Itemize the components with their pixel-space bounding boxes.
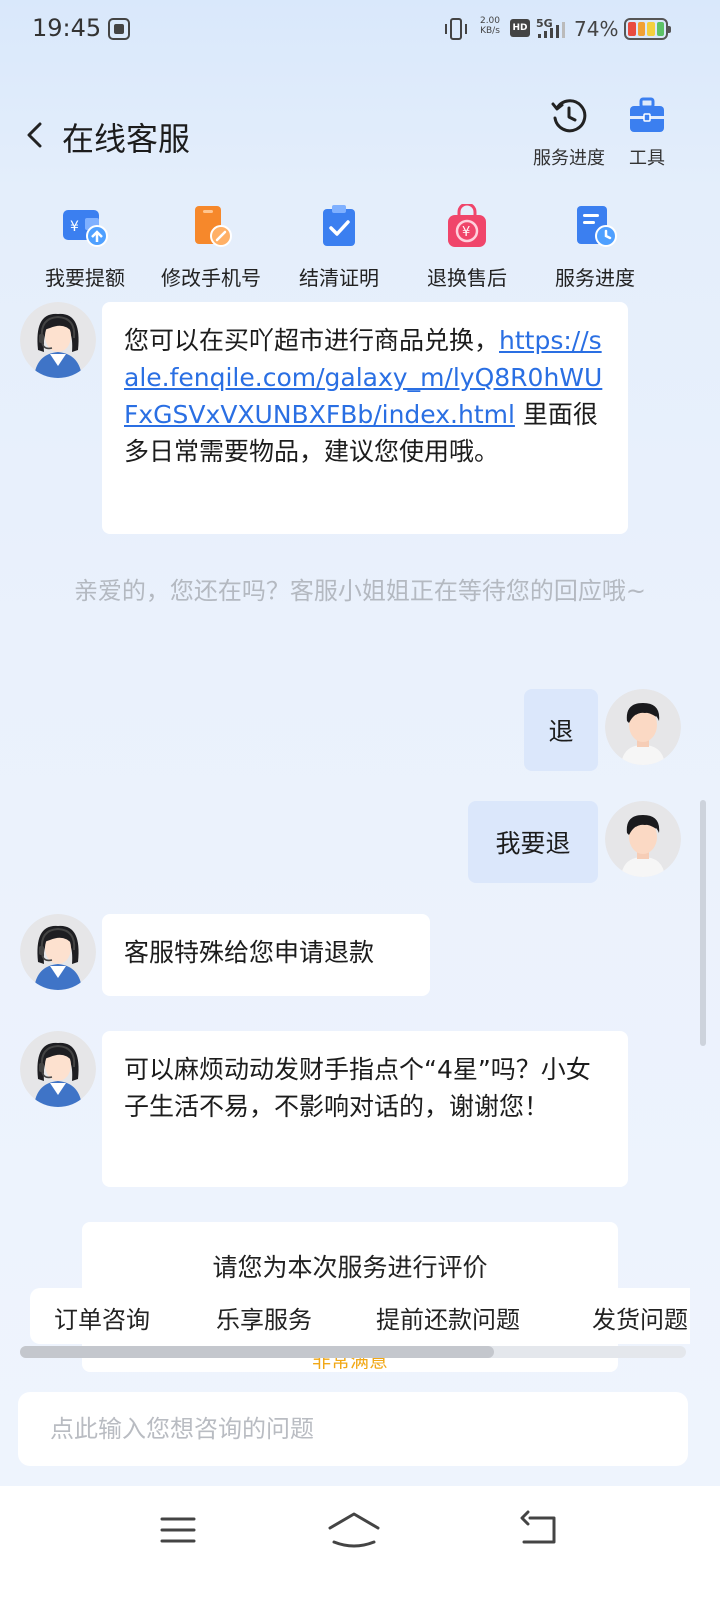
agent-avatar-icon xyxy=(20,914,96,990)
system-message: 亲爱的，您还在吗？客服小姐姐正在等待您的回应哦~ xyxy=(73,577,647,605)
quick-menu-item-raise-limit[interactable]: ¥ 我要提额 xyxy=(20,204,150,291)
home-icon[interactable] xyxy=(324,1506,384,1554)
tools-label: 工具 xyxy=(629,148,665,169)
shopping-bag-yuan-icon: ¥ xyxy=(448,204,486,247)
service-progress-button[interactable]: 服务进度 xyxy=(524,96,614,170)
user-avatar-icon xyxy=(605,689,681,765)
chip-lexiang-service[interactable]: 乐享服务 xyxy=(216,1300,312,1335)
notification-app-icon xyxy=(108,18,130,40)
question-input[interactable] xyxy=(18,1392,688,1466)
menu-icon[interactable] xyxy=(148,1506,208,1554)
history-clock-icon xyxy=(551,99,587,133)
battery-icon xyxy=(624,18,671,40)
vibrate-icon xyxy=(445,18,467,40)
agent-message-bubble: 您可以在买吖超市进行商品兑换，https://sale.fenqile.com/… xyxy=(102,302,628,534)
tools-button[interactable]: 工具 xyxy=(602,96,692,170)
chat-scrollbar[interactable] xyxy=(700,800,706,1046)
quick-menu: ¥ 我要提额 修改手机号 结清证明 ¥ 退换售后 服务进度 xyxy=(20,204,700,291)
clipboard-check-icon xyxy=(323,205,355,246)
quick-menu-label: 我要提额 xyxy=(45,266,125,290)
status-bar: 19:45 2.00 KB/s HD 5G 74% xyxy=(0,0,720,60)
user-avatar-icon xyxy=(605,801,681,877)
back-nav-icon[interactable] xyxy=(510,1506,570,1554)
battery-percent: 74% xyxy=(574,17,619,41)
quick-menu-label: 结清证明 xyxy=(299,266,379,290)
network-speed-value: 2.00 xyxy=(479,16,501,26)
agent-avatar-icon xyxy=(20,1031,96,1107)
signal-5g-icon: 5G xyxy=(536,17,565,38)
network-speed-unit: KB/s xyxy=(480,26,500,36)
user-avatar xyxy=(605,689,681,765)
quick-menu-label: 退换售后 xyxy=(427,266,507,290)
status-time: 19:45 xyxy=(32,14,102,42)
agent-avatar xyxy=(20,302,96,378)
message-text: 您可以在买吖超市进行商品兑换， xyxy=(124,326,500,355)
quick-menu-item-settlement-proof[interactable]: 结清证明 xyxy=(274,204,404,291)
quick-menu-label: 修改手机号 xyxy=(161,266,261,290)
rating-title: 请您为本次服务进行评价 xyxy=(212,1253,488,1282)
chip-order-inquiry[interactable]: 订单咨询 xyxy=(54,1300,150,1335)
quick-menu-item-service-progress[interactable]: 服务进度 xyxy=(530,204,660,291)
quick-question-bar: 订单咨询 乐享服务 提前还款问题 发货问题 xyxy=(30,1288,690,1344)
agent-avatar xyxy=(20,1031,96,1107)
agent-message-bubble: 可以麻烦动动发财手指点个“4星”吗？小女子生活不易，不影响对话的，谢谢您！ xyxy=(102,1031,628,1187)
user-message-bubble: 退 xyxy=(524,689,598,771)
chip-early-repayment[interactable]: 提前还款问题 xyxy=(376,1300,520,1335)
quick-menu-item-change-phone[interactable]: 修改手机号 xyxy=(146,204,276,291)
back-arrow-icon[interactable] xyxy=(24,120,46,150)
document-clock-icon xyxy=(577,206,617,247)
page-title: 在线客服 xyxy=(62,120,191,158)
toolbox-icon xyxy=(630,97,664,132)
network-speed: 2.00 KB/s xyxy=(476,16,504,36)
hd-icon: HD xyxy=(510,19,530,37)
agent-avatar-icon xyxy=(20,302,96,378)
chip-shipping[interactable]: 发货问题 xyxy=(592,1300,688,1335)
chips-scrollbar-thumb[interactable] xyxy=(20,1346,494,1358)
service-progress-label: 服务进度 xyxy=(533,148,605,169)
user-avatar xyxy=(605,801,681,877)
quick-menu-label: 服务进度 xyxy=(555,266,635,290)
quick-menu-item-returns[interactable]: ¥ 退换售后 xyxy=(402,204,532,291)
agent-avatar xyxy=(20,914,96,990)
svg-text:¥: ¥ xyxy=(70,219,79,235)
wallet-up-icon: ¥ xyxy=(63,210,108,247)
phone-edit-icon xyxy=(195,206,232,247)
agent-message-bubble: 客服特殊给您申请退款 xyxy=(102,914,430,996)
system-nav-bar xyxy=(0,1486,720,1600)
user-message-bubble: 我要退 xyxy=(468,801,598,883)
svg-text:¥: ¥ xyxy=(462,225,470,240)
